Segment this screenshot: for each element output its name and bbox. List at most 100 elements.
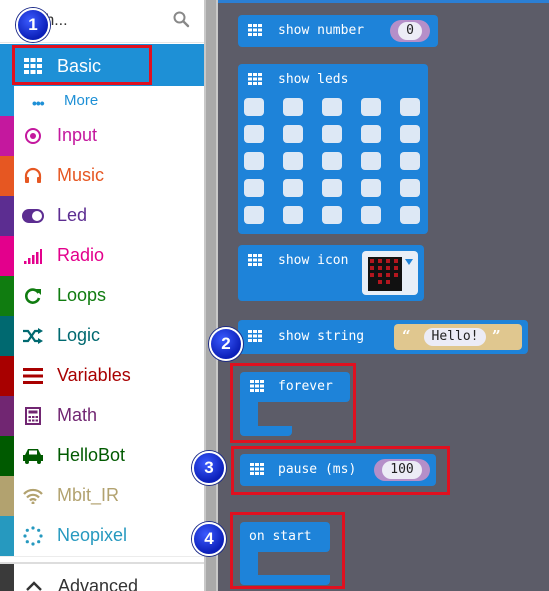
category-variables[interactable]: Variables	[0, 356, 204, 397]
category-math[interactable]: Math	[0, 396, 204, 437]
signal-bars-icon	[22, 245, 44, 267]
block-label: show string	[278, 329, 365, 344]
led-cell[interactable]	[361, 125, 381, 143]
grid-icon	[248, 254, 262, 270]
category-color-bar	[0, 316, 14, 356]
search-icon[interactable]	[172, 10, 190, 28]
led-cell[interactable]	[400, 125, 420, 143]
led-cell[interactable]	[400, 179, 420, 197]
category-led[interactable]: Led	[0, 196, 204, 237]
block-label: show icon	[278, 253, 349, 268]
show-string-block[interactable]: show string “ Hello! ”	[238, 320, 528, 354]
wifi-icon	[22, 485, 44, 507]
category-label: Radio	[57, 245, 105, 265]
toolbox-scrollbar[interactable]	[204, 0, 218, 591]
led-cell[interactable]	[400, 98, 420, 116]
led-cell[interactable]	[244, 152, 264, 170]
led-cell[interactable]	[322, 125, 342, 143]
shuffle-icon	[22, 325, 44, 347]
category-color-bar	[0, 86, 14, 116]
category-label: Variables	[57, 365, 131, 385]
led-cell[interactable]	[361, 206, 381, 224]
led-cell[interactable]	[322, 206, 342, 224]
led-cell[interactable]	[244, 125, 264, 143]
led-cell[interactable]	[322, 98, 342, 116]
category-label: Advanced	[58, 576, 139, 591]
category-label: Loops	[57, 285, 107, 305]
led-cell[interactable]	[283, 179, 303, 197]
step-badge-2: 2	[209, 327, 243, 361]
led-cell[interactable]	[322, 179, 342, 197]
category-advanced[interactable]: Advanced	[0, 562, 204, 591]
grid-icon	[248, 330, 262, 346]
step-badge-1: 1	[16, 8, 50, 42]
category-label: More	[64, 92, 99, 109]
step-badge-4: 4	[192, 522, 226, 556]
grid-icon	[248, 73, 262, 89]
headphones-icon	[22, 165, 44, 187]
block-label: show number	[278, 23, 365, 38]
category-label: Music	[57, 165, 105, 185]
category-color-bar	[0, 236, 14, 276]
dropdown-arrow-icon	[405, 259, 413, 265]
category-color-bar	[0, 516, 14, 556]
category-label: Input	[57, 125, 98, 145]
scrollbar-thumb[interactable]	[206, 0, 216, 591]
led-cell[interactable]	[361, 98, 381, 116]
heart-led-icon	[368, 257, 402, 291]
open-quote-icon: “	[402, 327, 411, 345]
led-cell[interactable]	[283, 206, 303, 224]
led-cell[interactable]	[283, 152, 303, 170]
step-badge-3: 3	[192, 451, 226, 485]
highlight-box-basic	[12, 45, 152, 85]
led-cell[interactable]	[244, 98, 264, 116]
toolbox-sidebar: rch... Basic ••• More Input Music Led Ra…	[0, 0, 204, 591]
category-hellobot[interactable]: HelloBot	[0, 436, 204, 477]
category-neopixel[interactable]: Neopixel	[0, 516, 204, 557]
ellipsis-icon: •••	[32, 95, 45, 111]
string-slot: “ Hello! ”	[394, 324, 522, 350]
list-lines-icon	[22, 365, 44, 387]
dotted-circle-icon	[22, 525, 44, 547]
highlight-box-pause	[231, 446, 450, 495]
led-cell[interactable]	[400, 152, 420, 170]
led-cell[interactable]	[400, 206, 420, 224]
show-icon-block[interactable]: show icon	[238, 245, 424, 301]
category-label: Logic	[57, 325, 101, 345]
category-color-bar	[0, 276, 14, 316]
category-input[interactable]: Input	[0, 116, 204, 157]
category-color-bar	[0, 476, 14, 516]
show-number-block[interactable]: show number 0	[238, 15, 438, 47]
led-cell[interactable]	[244, 206, 264, 224]
highlight-box-on-start	[230, 512, 345, 589]
close-quote-icon: ”	[492, 327, 501, 345]
grid-icon	[248, 24, 262, 40]
led-cell[interactable]	[361, 152, 381, 170]
number-value[interactable]: 0	[398, 22, 422, 40]
icon-picker-dropdown[interactable]	[362, 251, 418, 295]
number-slot: 0	[390, 20, 430, 42]
led-cell[interactable]	[283, 125, 303, 143]
led-cell[interactable]	[361, 179, 381, 197]
category-mbit-ir[interactable]: Mbit_IR	[0, 476, 204, 517]
string-value[interactable]: Hello!	[424, 328, 486, 346]
category-color-bar	[0, 396, 14, 436]
category-loops[interactable]: Loops	[0, 276, 204, 317]
category-music[interactable]: Music	[0, 156, 204, 197]
led-cell[interactable]	[283, 98, 303, 116]
led-cell[interactable]	[322, 152, 342, 170]
category-color-bar	[0, 196, 14, 236]
chevron-up-icon	[26, 578, 42, 591]
show-leds-block[interactable]: show leds	[238, 64, 428, 234]
highlight-box-forever	[230, 363, 356, 443]
category-label: Math	[57, 405, 98, 425]
led-cell[interactable]	[244, 179, 264, 197]
category-radio[interactable]: Radio	[0, 236, 204, 277]
car-icon	[22, 445, 44, 467]
toggle-icon	[22, 205, 44, 227]
category-color-bar	[0, 116, 14, 156]
category-logic[interactable]: Logic	[0, 316, 204, 357]
category-color-bar	[0, 156, 14, 196]
category-color-bar	[0, 356, 14, 396]
category-more[interactable]: ••• More	[0, 86, 204, 117]
